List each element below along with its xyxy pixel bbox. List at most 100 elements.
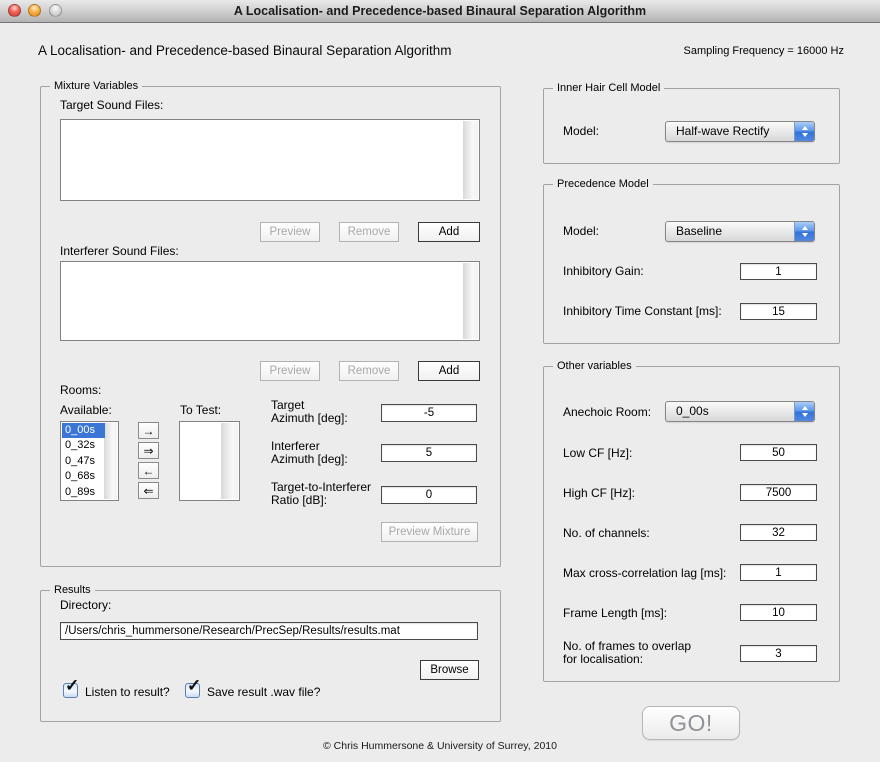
scrollbar-track[interactable]: [463, 263, 478, 339]
rooms-label: Rooms:: [60, 384, 101, 397]
listen-to-result-checkbox[interactable]: ✓: [63, 683, 78, 698]
go-button[interactable]: GO!: [642, 706, 740, 740]
browse-button[interactable]: Browse: [420, 660, 479, 680]
checkmark-icon: ✓: [65, 676, 79, 696]
available-rooms-label: Available:: [60, 404, 112, 417]
inhibitory-time-constant-field[interactable]: 15: [740, 303, 817, 320]
target-to-interferer-ratio-field[interactable]: 0: [381, 486, 477, 504]
frame-length-label: Frame Length [ms]:: [563, 607, 667, 620]
list-item[interactable]: 0_89s: [62, 485, 105, 499]
list-item[interactable]: 0_00s: [62, 423, 105, 438]
target-to-interferer-ratio-value: 0: [426, 489, 432, 501]
move-all-left-button[interactable]: ⇐: [138, 482, 159, 499]
high-cf-field[interactable]: 7500: [740, 484, 817, 501]
list-item[interactable]: 0_47s: [62, 454, 105, 469]
interferer-azimuth-label: Interferer Azimuth [deg]:: [271, 440, 348, 466]
frame-length-value: 10: [772, 607, 785, 619]
target-to-interferer-ratio-label: Target-to-Interferer Ratio [dB]:: [271, 481, 371, 507]
to-test-rooms-label: To Test:: [180, 404, 221, 417]
preview-target-button[interactable]: Preview: [260, 222, 320, 242]
preview-interferer-button[interactable]: Preview: [260, 361, 320, 381]
directory-label: Directory:: [60, 599, 111, 612]
ihc-model-dropdown[interactable]: Half-wave Rectify: [665, 121, 815, 142]
move-left-button[interactable]: ←: [138, 462, 159, 479]
scrollbar-track[interactable]: [221, 423, 238, 499]
inhibitory-gain-value: 1: [775, 266, 781, 278]
double-arrow-left-icon: ⇐: [143, 485, 153, 497]
precedence-model-dropdown[interactable]: Baseline: [665, 221, 815, 242]
add-target-button[interactable]: Add: [418, 222, 480, 242]
to-test-rooms-listbox[interactable]: [179, 421, 240, 501]
low-cf-field[interactable]: 50: [740, 444, 817, 461]
scrollbar-track[interactable]: [463, 121, 478, 199]
ihc-model-value: Half-wave Rectify: [666, 122, 794, 141]
inner-hair-cell-group-label: Inner Hair Cell Model: [553, 82, 664, 94]
num-channels-label: No. of channels:: [563, 527, 650, 540]
save-result-wav-label: Save result .wav file?: [207, 686, 320, 699]
frames-overlap-value: 3: [775, 648, 781, 660]
move-all-right-button[interactable]: ⇒: [138, 442, 159, 459]
scrollbar-track[interactable]: [104, 423, 117, 499]
num-channels-value: 32: [772, 527, 785, 539]
preview-interferer-button-label: Preview: [270, 365, 311, 377]
add-target-button-label: Add: [439, 226, 459, 238]
available-rooms-listbox[interactable]: 0_00s 0_32s 0_47s 0_68s 0_89s: [60, 421, 119, 501]
anechoic-room-dropdown[interactable]: 0_00s: [665, 401, 815, 422]
other-variables-group-label: Other variables: [553, 360, 636, 372]
mixture-variables-group-label: Mixture Variables: [50, 80, 142, 92]
stepper-up-icon: [802, 126, 808, 130]
directory-value: /Users/chris_hummersone/Research/PrecSep…: [65, 625, 400, 637]
frame-length-field[interactable]: 10: [740, 604, 817, 621]
go-button-label: GO!: [669, 710, 713, 737]
num-channels-field[interactable]: 32: [740, 524, 817, 541]
precedence-model-value: Baseline: [666, 222, 794, 241]
remove-target-button[interactable]: Remove: [339, 222, 399, 242]
close-window-icon[interactable]: [8, 4, 21, 17]
save-result-wav-checkbox[interactable]: ✓: [185, 683, 200, 698]
page-title: A Localisation- and Precedence-based Bin…: [38, 43, 452, 58]
stepper-down-icon: [802, 413, 808, 417]
target-azimuth-field[interactable]: -5: [381, 404, 477, 422]
max-xcorr-lag-field[interactable]: 1: [740, 564, 817, 581]
zoom-window-icon[interactable]: [49, 4, 62, 17]
target-azimuth-value: -5: [424, 407, 434, 419]
minimize-window-icon[interactable]: [28, 4, 41, 17]
dropdown-stepper: [794, 402, 814, 421]
interferer-sound-files-listbox[interactable]: [60, 261, 480, 341]
inhibitory-gain-label: Inhibitory Gain:: [563, 265, 644, 278]
inhibitory-time-constant-value: 15: [772, 306, 785, 318]
stepper-up-icon: [802, 226, 808, 230]
ihc-model-label: Model:: [563, 125, 599, 138]
target-sound-files-listbox[interactable]: [60, 119, 480, 201]
max-xcorr-lag-label: Max cross-correlation lag [ms]:: [563, 567, 726, 580]
preview-mixture-button[interactable]: Preview Mixture: [381, 522, 478, 542]
interferer-sound-files-label: Interferer Sound Files:: [60, 245, 179, 258]
window-titlebar: A Localisation- and Precedence-based Bin…: [0, 0, 880, 23]
list-item[interactable]: 0_32s: [62, 438, 105, 453]
inhibitory-gain-field[interactable]: 1: [740, 263, 817, 280]
copyright-footer: © Chris Hummersone & University of Surre…: [0, 740, 880, 752]
add-interferer-button-label: Add: [439, 365, 459, 377]
anechoic-room-value: 0_00s: [666, 402, 794, 421]
interferer-azimuth-value: 5: [426, 447, 432, 459]
arrow-left-icon: ←: [143, 465, 155, 477]
remove-interferer-button-label: Remove: [348, 365, 391, 377]
interferer-azimuth-field[interactable]: 5: [381, 444, 477, 462]
high-cf-label: High CF [Hz]:: [563, 487, 635, 500]
listen-to-result-label: Listen to result?: [85, 686, 170, 699]
dropdown-stepper: [794, 222, 814, 241]
move-right-button[interactable]: →: [138, 422, 159, 439]
double-arrow-right-icon: ⇒: [143, 445, 153, 457]
target-sound-files-label: Target Sound Files:: [60, 99, 163, 112]
dropdown-stepper: [794, 122, 814, 141]
stepper-down-icon: [802, 133, 808, 137]
remove-interferer-button[interactable]: Remove: [339, 361, 399, 381]
directory-field[interactable]: /Users/chris_hummersone/Research/PrecSep…: [60, 622, 478, 640]
inhibitory-time-constant-label: Inhibitory Time Constant [ms]:: [563, 305, 722, 318]
low-cf-value: 50: [772, 447, 785, 459]
anechoic-room-label: Anechoic Room:: [563, 406, 651, 419]
add-interferer-button[interactable]: Add: [418, 361, 480, 381]
app-window: A Localisation- and Precedence-based Bin…: [0, 0, 880, 762]
list-item[interactable]: 0_68s: [62, 469, 105, 484]
frames-overlap-field[interactable]: 3: [740, 645, 817, 662]
